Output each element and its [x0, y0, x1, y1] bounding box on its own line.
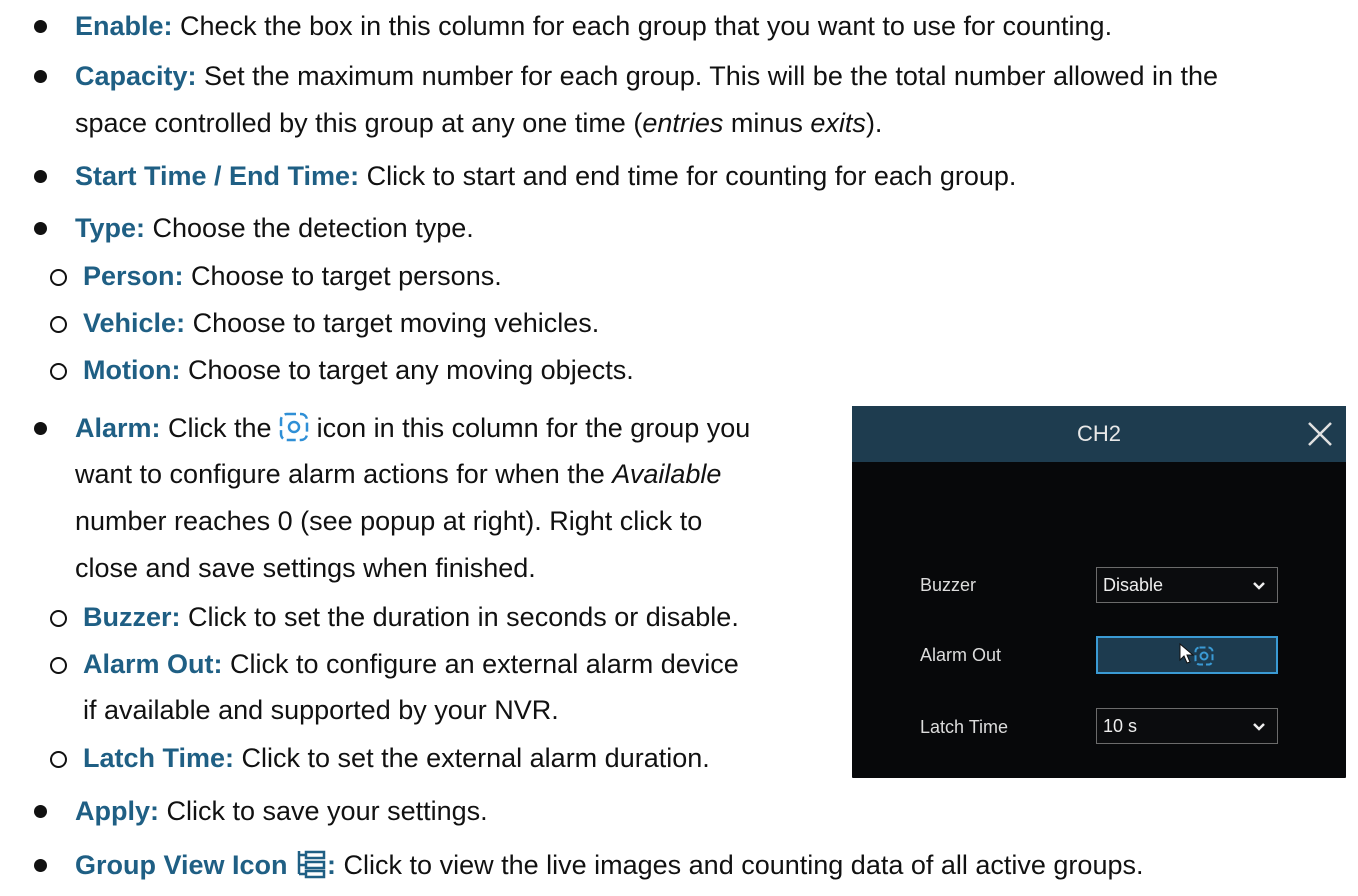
gear-icon	[1194, 646, 1214, 666]
chevron-down-icon	[1253, 582, 1265, 590]
alarm-desc-b: icon in this column for the group you	[309, 413, 751, 443]
alarm-item: Alarm: Click the icon in this column for…	[75, 406, 750, 450]
sub-bullet	[50, 610, 67, 627]
alarm-out-item: Alarm Out: Click to configure an externa…	[83, 642, 739, 686]
alarm-desc-line2: want to configure alarm actions for when…	[75, 459, 613, 489]
term-buzzer: Buzzer:	[83, 602, 181, 632]
alarm-line2: want to configure alarm actions for when…	[75, 452, 721, 496]
sub-bullet	[50, 751, 67, 768]
group-view-desc: Click to view the live images and counti…	[336, 850, 1144, 880]
entries-word: entries	[642, 108, 724, 138]
buzzer-value: Disable	[1103, 575, 1164, 595]
capacity-desc-line2: space controlled by this group at any on…	[75, 108, 643, 138]
term-time: Start Time / End Time:	[75, 161, 360, 191]
capacity-close: ).	[865, 108, 883, 138]
group-view-icon	[297, 850, 326, 879]
term-capacity: Capacity:	[75, 61, 197, 91]
manual-page: Enable: Check the box in this column for…	[0, 0, 1358, 896]
buzzer-desc: Click to set the duration in seconds or …	[180, 602, 739, 632]
type-desc: Choose the detection type.	[145, 213, 474, 243]
ch2-popup: CH2 Buzzer Disable Alarm Out Latch Time …	[852, 406, 1346, 778]
alarm-line3: number reaches 0 (see popup at right). R…	[75, 499, 702, 543]
time-item: Start Time / End Time: Click to start an…	[75, 154, 1016, 198]
person-desc: Choose to target persons.	[183, 261, 502, 291]
term-person: Person:	[83, 261, 184, 291]
motion-desc: Choose to target any moving objects.	[180, 355, 634, 385]
alarm-out-desc: Click to configure an external alarm dev…	[222, 649, 739, 679]
latch-desc: Click to set the external alarm duration…	[234, 743, 710, 773]
term-type: Type:	[75, 213, 146, 243]
popup-header: CH2	[852, 406, 1346, 462]
bullet	[34, 422, 47, 435]
motion-item: Motion: Choose to target any moving obje…	[83, 348, 634, 392]
apply-item: Apply: Click to save your settings.	[75, 789, 488, 833]
alarm-out-label: Alarm Out	[920, 645, 1002, 665]
sub-bullet	[50, 657, 67, 674]
latch-time-select[interactable]: 10 s	[1096, 708, 1278, 744]
time-desc: Click to start and end time for counting…	[359, 161, 1017, 191]
term-vehicle: Vehicle:	[83, 308, 186, 338]
capacity-item: Capacity: Set the maximum number for eac…	[75, 54, 1218, 98]
chevron-down-icon	[1253, 723, 1265, 731]
term-group-view: Group View Icon	[75, 850, 296, 880]
sub-bullet	[50, 316, 67, 333]
enable-item: Enable: Check the box in this column for…	[75, 4, 1112, 48]
alarm-out-settings-button[interactable]	[1096, 636, 1278, 674]
bullet	[34, 20, 47, 33]
alarm-desc-a: Click the	[160, 413, 280, 443]
minus-word: minus	[723, 108, 811, 138]
vehicle-desc: Choose to target moving vehicles.	[185, 308, 600, 338]
close-icon[interactable]	[1306, 420, 1334, 448]
person-item: Person: Choose to target persons.	[83, 254, 502, 298]
term-enable: Enable:	[75, 11, 173, 41]
bullet	[34, 170, 47, 183]
term-motion: Motion:	[83, 355, 181, 385]
group-view-item: Group View Icon : Click to view the live…	[75, 843, 1143, 887]
term-alarm-out: Alarm Out:	[83, 649, 223, 679]
gear-icon	[279, 412, 309, 442]
term-alarm: Alarm:	[75, 413, 161, 443]
bullet	[34, 805, 47, 818]
alarm-out-desc-line2: if available and supported by your NVR.	[83, 695, 559, 725]
enable-desc: Check the box in this column for each gr…	[172, 11, 1113, 41]
capacity-desc: Set the maximum number for each group. T…	[196, 61, 1219, 91]
buzzer-select[interactable]: Disable	[1096, 567, 1278, 603]
alarm-desc-line4: close and save settings when finished.	[75, 553, 536, 583]
sub-bullet	[50, 269, 67, 286]
vehicle-item: Vehicle: Choose to target moving vehicle…	[83, 301, 599, 345]
alarm-desc-line3: number reaches 0 (see popup at right). R…	[75, 506, 703, 536]
alarm-out-line2: if available and supported by your NVR.	[83, 688, 559, 732]
capacity-item-line2: space controlled by this group at any on…	[75, 101, 882, 145]
apply-desc: Click to save your settings.	[159, 796, 488, 826]
bullet	[34, 70, 47, 83]
buzzer-label: Buzzer	[920, 575, 977, 595]
term-latch: Latch Time:	[83, 743, 235, 773]
term-apply: Apply:	[75, 796, 159, 826]
available-word: Available	[612, 459, 722, 489]
bullet	[34, 222, 47, 235]
bullet	[34, 859, 47, 872]
buzzer-item: Buzzer: Click to set the duration in sec…	[83, 595, 739, 639]
latch-time-value: 10 s	[1103, 716, 1138, 736]
exits-word: exits	[810, 108, 866, 138]
latch-time-label: Latch Time	[920, 717, 1009, 737]
type-item: Type: Choose the detection type.	[75, 206, 474, 250]
latch-item: Latch Time: Click to set the external al…	[83, 736, 710, 780]
sub-bullet	[50, 363, 67, 380]
group-view-colon: :	[327, 850, 337, 880]
popup-title: CH2	[1076, 421, 1121, 446]
alarm-line4: close and save settings when finished.	[75, 546, 536, 590]
